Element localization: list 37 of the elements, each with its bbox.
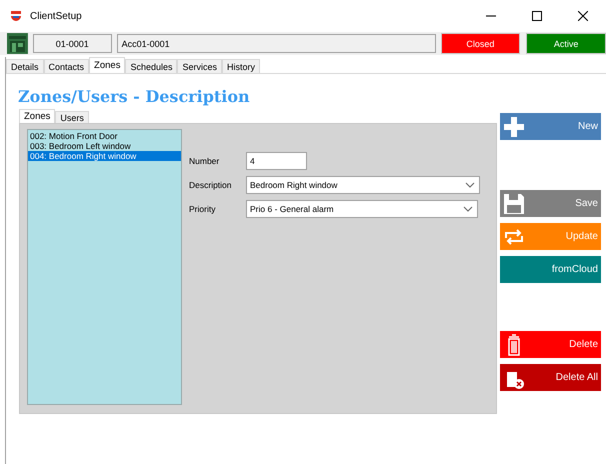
save-icon [502, 192, 526, 216]
maximize-icon [532, 11, 542, 21]
action-button[interactable]: fromCloud [500, 256, 601, 283]
plus-icon [502, 114, 526, 138]
chevron-down-icon [465, 182, 475, 188]
page-heading: Zones/Users - Description [18, 87, 251, 108]
tab[interactable]: Zones [19, 109, 56, 123]
number-field[interactable]: 4 [246, 152, 307, 170]
window-title: ClientSetup [30, 10, 83, 22]
list-item[interactable]: 002: Motion Front Door [28, 131, 181, 141]
code-field[interactable]: 01-0001 [32, 34, 112, 53]
action-button[interactable]: Delete All [500, 364, 601, 391]
priority-dropdown[interactable]: Prio 6 - General alarm [246, 200, 478, 218]
status-button[interactable]: Active [526, 33, 606, 54]
action-button[interactable]: Delete [500, 331, 601, 358]
tab[interactable]: Zones [89, 57, 126, 73]
app-icon [10, 10, 22, 22]
action-button[interactable]: Save [500, 190, 601, 217]
list-item[interactable]: 004: Bedroom Right window [28, 151, 181, 161]
field-label: Priority [189, 204, 216, 214]
account-field[interactable]: Acc01-0001 [116, 34, 436, 53]
tab[interactable]: Users [55, 111, 89, 123]
tab[interactable]: Schedules [125, 59, 178, 73]
list-item[interactable]: 003: Bedroom Left window [28, 141, 181, 151]
building-icon [7, 33, 28, 54]
tab[interactable]: Contacts [44, 59, 90, 73]
close-icon [578, 11, 588, 21]
action-button[interactable]: New [500, 113, 601, 140]
tab[interactable]: Services [177, 59, 222, 73]
tab[interactable]: Details [6, 59, 44, 73]
status-button[interactable]: Closed [440, 33, 520, 54]
zone-list[interactable]: 002: Motion Front Door 003: Bedroom Left window 004: Bedroom Right window [27, 129, 182, 405]
field-label: Description [189, 180, 233, 190]
chevron-down-icon [463, 206, 473, 212]
field-label: Number [189, 156, 220, 166]
description-dropdown[interactable]: Bedroom Right window [246, 176, 480, 194]
tab[interactable]: History [222, 59, 260, 73]
